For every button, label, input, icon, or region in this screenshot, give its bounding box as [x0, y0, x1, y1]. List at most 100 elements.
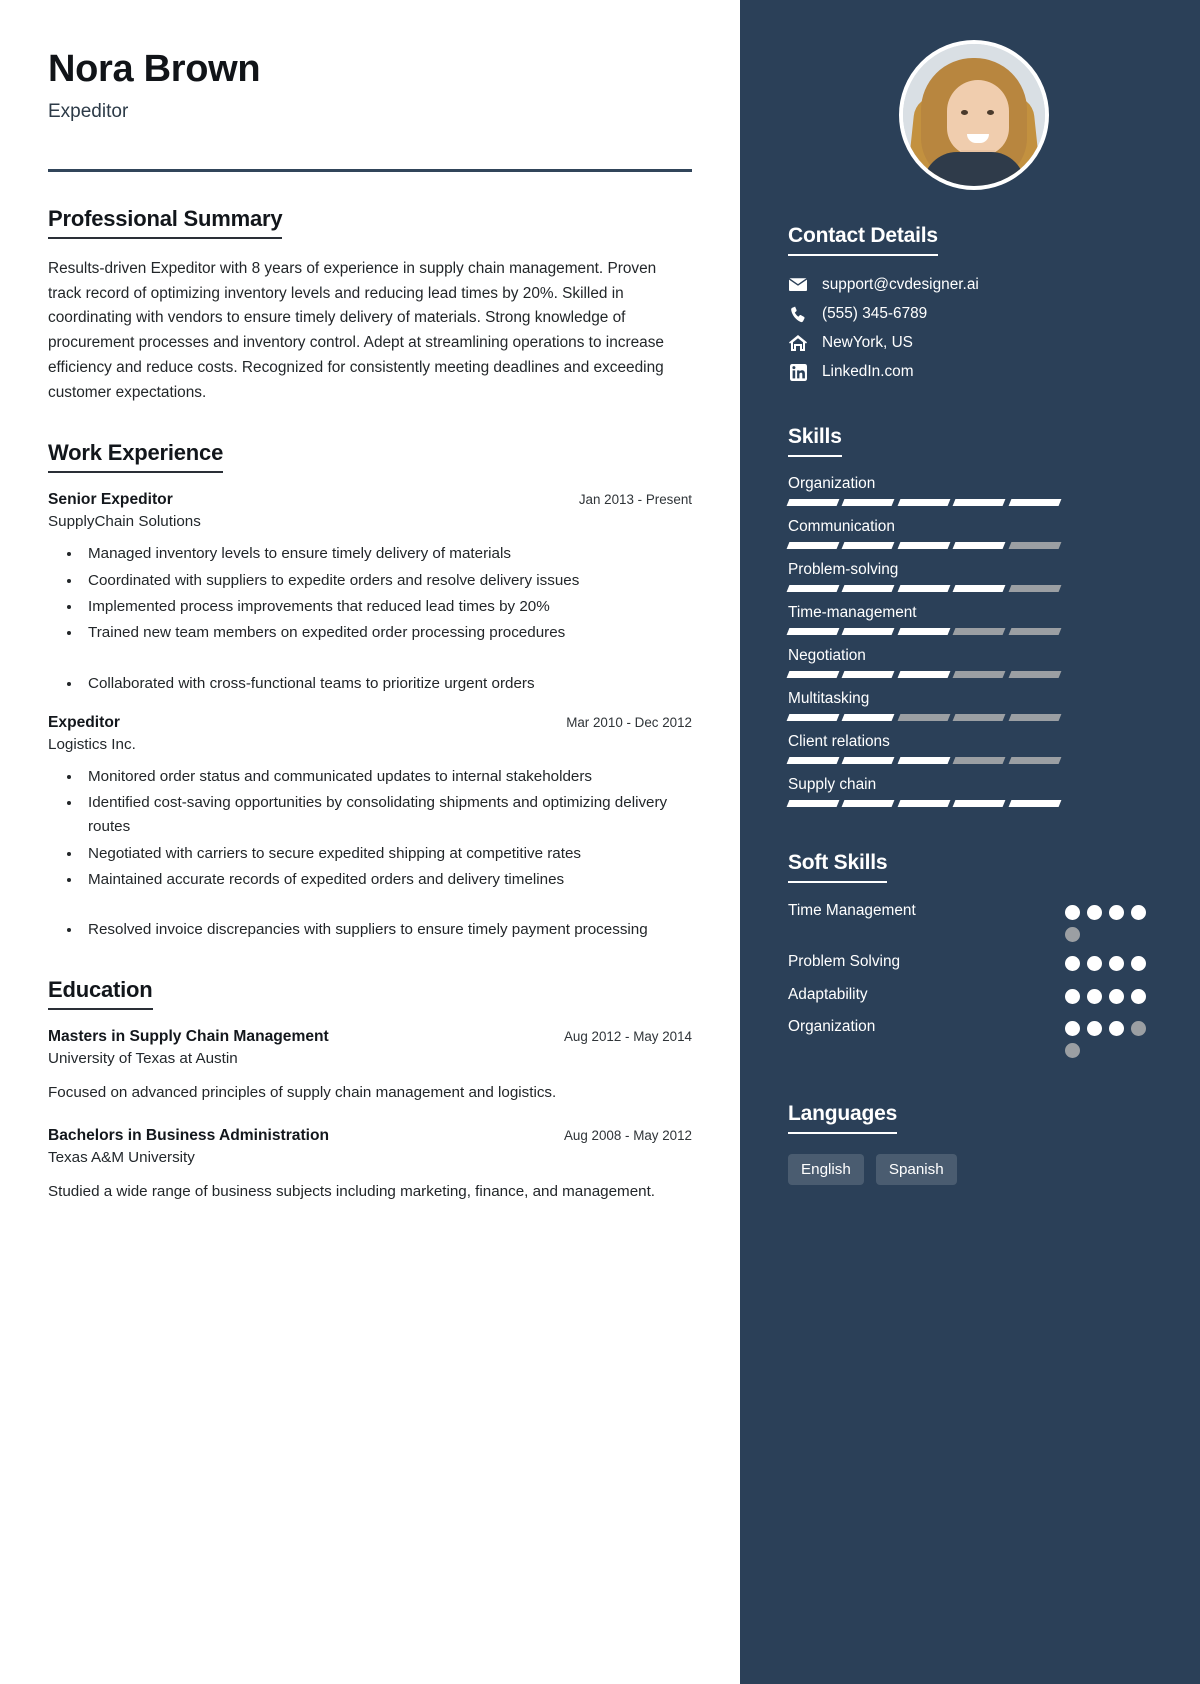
- section-heading-work: Work Experience: [48, 440, 223, 474]
- skill-label: Problem-solving: [788, 561, 899, 578]
- skill-level-segment: [786, 714, 840, 721]
- skill-level-segment: [786, 757, 840, 764]
- education-date-range: Aug 2012 - May 2014: [563, 1028, 692, 1044]
- soft-skills-list: Time Management Problem Solving Adaptabili…: [788, 899, 1160, 1059]
- soft-skill-row: Time Management: [788, 899, 1160, 942]
- skill-level-bar: [786, 800, 1062, 807]
- skill-level-segment: [786, 499, 840, 506]
- skill-level-segment: [1008, 714, 1062, 721]
- work-organization: Logistics Inc.: [48, 735, 136, 753]
- skill-level-segment: [841, 628, 896, 635]
- soft-skill-rating: [1065, 899, 1160, 942]
- contact-value: NewYork, US: [822, 334, 913, 351]
- languages-list: English Spanish: [788, 1154, 1160, 1186]
- section-work-experience: Work Experience Senior Expeditor Jan 2013…: [48, 440, 692, 942]
- rating-dot: [1065, 927, 1080, 942]
- work-bullet: Identified cost-saving opportunities by …: [82, 791, 692, 840]
- work-bullet: Trained new team members on expedited or…: [82, 621, 692, 645]
- avatar: [899, 40, 1049, 190]
- contact-value: (555) 345-6789: [822, 305, 928, 322]
- section-heading-skills: Skills: [788, 425, 842, 457]
- skill-level-segment: [786, 628, 840, 635]
- work-bullet: Negotiated with carriers to secure exped…: [82, 842, 692, 866]
- skill-level-bar: [786, 757, 1062, 764]
- section-skills: Skills Organization Communication Problem-…: [786, 425, 1160, 807]
- skill-level-segment: [952, 499, 1007, 506]
- rating-dot: [1065, 988, 1080, 1004]
- skill-level-segment: [897, 628, 951, 635]
- skill-item: Multitasking: [786, 690, 1160, 721]
- soft-skill-rating: [1065, 1015, 1160, 1059]
- section-contact-details: Contact Details support@cvdesigner.ai (55…: [788, 224, 1160, 381]
- work-bullet: Managed inventory levels to ensure timel…: [82, 542, 692, 566]
- skill-label: Negotiation: [788, 647, 866, 664]
- education-entry-header: Bachelors in Business Administration Aug …: [48, 1127, 692, 1145]
- skill-level-segment: [897, 800, 951, 807]
- soft-skill-rating: [1065, 950, 1160, 971]
- skill-level-segment: [897, 714, 951, 721]
- skill-level-segment: [786, 800, 840, 807]
- work-date-range: Jan 2013 - Present: [578, 492, 692, 508]
- skill-item: Communication: [786, 518, 1160, 549]
- rating-dot: [1065, 1043, 1080, 1059]
- education-entry: Bachelors in Business Administration Aug …: [48, 1127, 692, 1204]
- work-bullet: Coordinated with suppliers to expedite o…: [82, 569, 692, 593]
- skill-item: Organization: [786, 475, 1160, 506]
- section-heading-contact: Contact Details: [788, 224, 938, 256]
- contact-row[interactable]: NewYork, US: [788, 334, 1160, 352]
- education-degree: Masters in Supply Chain Management: [48, 1027, 329, 1045]
- envelope-icon: [788, 276, 808, 294]
- skill-level-segment: [786, 585, 840, 592]
- section-languages: Languages English Spanish: [788, 1102, 1160, 1186]
- contact-row[interactable]: LinkedIn.com: [788, 363, 1160, 381]
- skill-level-bar: [786, 542, 1062, 549]
- skill-level-segment: [841, 671, 896, 678]
- contact-row[interactable]: support@cvdesigner.ai: [788, 276, 1160, 294]
- education-date-range: Aug 2008 - May 2012: [563, 1127, 692, 1143]
- skill-level-segment: [841, 714, 896, 721]
- rating-dot: [1131, 988, 1146, 1004]
- education-degree: Bachelors in Business Administration: [48, 1126, 330, 1144]
- rating-dot: [1087, 1021, 1102, 1037]
- skill-level-segment: [786, 671, 840, 678]
- skill-level-segment: [952, 585, 1007, 592]
- rating-dot: [1109, 988, 1124, 1004]
- section-heading-education: Education: [48, 977, 153, 1010]
- skill-item: Time-management: [786, 604, 1160, 635]
- skill-level-bar: [786, 671, 1062, 678]
- skill-level-segment: [952, 757, 1007, 764]
- contact-value: LinkedIn.com: [822, 363, 914, 380]
- work-entry: Senior Expeditor Jan 2013 - Present Supply…: [48, 491, 692, 696]
- avatar-wrap: [788, 40, 1160, 190]
- linkedin-icon: [788, 363, 808, 381]
- skill-level-bar: [786, 585, 1062, 592]
- skill-label: Multitasking: [788, 690, 870, 707]
- section-heading-soft-skills: Soft Skills: [788, 851, 888, 883]
- skill-level-segment: [1008, 757, 1062, 764]
- skill-level-segment: [952, 542, 1007, 549]
- skill-level-segment: [786, 542, 840, 549]
- skill-label: Client relations: [788, 733, 890, 750]
- soft-skill-label: Problem Solving: [788, 953, 901, 970]
- work-entry-header: Senior Expeditor Jan 2013 - Present: [48, 491, 692, 509]
- skill-level-segment: [1008, 671, 1062, 678]
- work-entry-header: Expeditor Mar 2010 - Dec 2012: [48, 714, 692, 732]
- rating-dot: [1087, 988, 1102, 1004]
- work-bullet: Collaborated with cross-functional teams…: [82, 672, 692, 696]
- work-date-range: Mar 2010 - Dec 2012: [566, 714, 692, 730]
- language-chip: English: [788, 1154, 864, 1186]
- rating-dot: [1065, 905, 1080, 920]
- skill-level-segment: [1008, 800, 1062, 807]
- work-entry: Expeditor Mar 2010 - Dec 2012 Logistics In…: [48, 714, 692, 943]
- page-header: Nora Brown Expeditor: [48, 48, 692, 172]
- rating-dot: [1109, 1021, 1124, 1037]
- skill-label: Organization: [788, 475, 876, 492]
- sidebar: Contact Details support@cvdesigner.ai (55…: [740, 0, 1200, 1684]
- summary-text: Results-driven Expeditor with 8 years of…: [48, 259, 664, 402]
- work-organization: SupplyChain Solutions: [48, 513, 201, 531]
- soft-skill-row: Problem Solving: [788, 950, 1160, 975]
- contact-row[interactable]: (555) 345-6789: [788, 305, 1160, 323]
- rating-dot: [1109, 905, 1124, 920]
- rating-dot: [1087, 905, 1102, 920]
- work-role: Expeditor: [48, 713, 120, 731]
